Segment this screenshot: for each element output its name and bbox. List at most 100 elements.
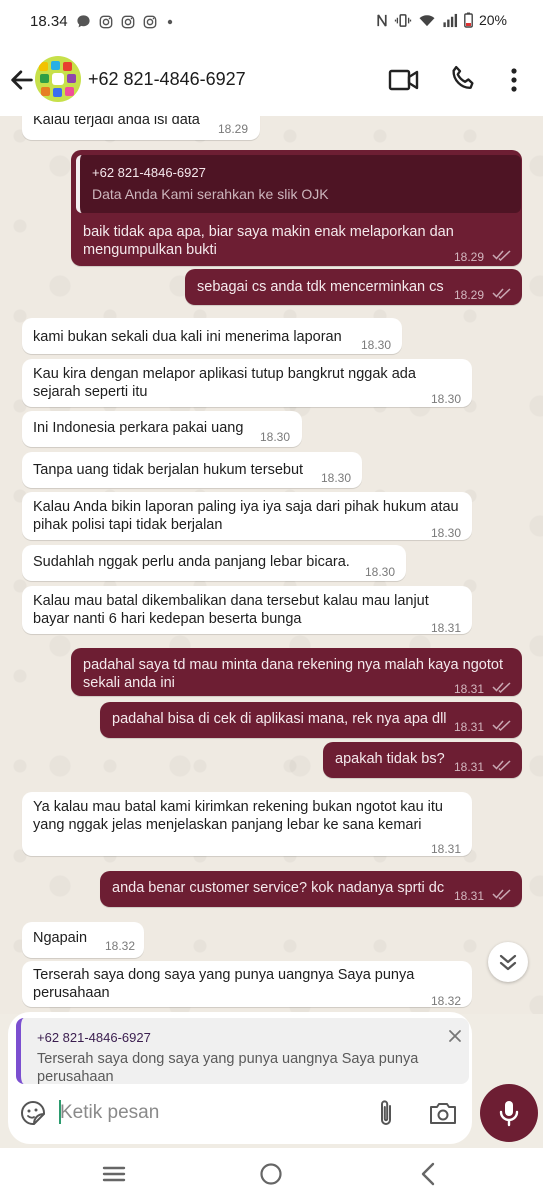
signal-icon [443,13,457,27]
instagram-icon [121,15,135,28]
message-incoming[interactable]: Kalau terjadi anda isi data 18.29 [22,116,260,140]
message-text: kami bukan sekali dua kali ini menerima … [33,329,342,345]
status-bar: 18.34 20% [0,0,543,44]
message-incoming[interactable]: Sudahlah nggak perlu anda panjang lebar … [22,545,406,581]
message-outgoing[interactable]: padahal saya td mau minta dana rekening … [71,648,522,696]
message-text: padahal saya td mau minta dana rekening … [83,657,503,673]
message-text: pihak polisi tapi tidak berjalan [33,517,223,533]
video-call-icon[interactable] [388,66,420,94]
message-time: 18.30 [365,565,396,579]
back-arrow-icon[interactable] [8,66,36,94]
message-list[interactable]: Kalau terjadi anda isi data 18.29 +62 82… [0,116,543,1014]
close-icon[interactable] [447,1028,463,1044]
double-chevron-down-icon [499,954,517,971]
message-time: 18.30 [361,338,392,352]
message-text: Sudahlah nggak perlu anda panjang lebar … [33,554,350,570]
message-outgoing[interactable]: anda benar customer service? kok nadanya… [100,871,522,907]
chat-header: +62 821-4846-6927 [0,44,543,116]
read-ticks-icon [492,682,511,693]
message-time: 18.31 [454,760,485,774]
avatar-image [35,56,81,102]
message-time: 18.29 [454,250,485,264]
message-time: 18.31 [454,889,485,903]
reply-preview[interactable]: +62 821-4846-6927 Terserah saya dong say… [16,1018,469,1084]
message-text: Kalau Anda bikin laporan paling iya iya … [33,499,459,515]
message-text: Kalau terjadi anda isi data [33,116,200,128]
contact-name[interactable]: +62 821-4846-6927 [88,69,246,90]
message-text: perusahaan [33,985,110,1001]
message-text: baik tidak apa apa, biar saya makin enak… [83,224,454,240]
message-incoming[interactable]: kami bukan sekali dua kali ini menerima … [22,318,402,354]
message-text: padahal bisa di cek di aplikasi mana, re… [112,711,447,727]
camera-icon[interactable] [428,1100,458,1126]
nav-back-icon[interactable] [420,1162,436,1186]
reply-text: Terserah saya dong saya yang punya uangn… [37,1051,419,1084]
message-outgoing[interactable]: apakah tidak bs? 18.31 [323,742,522,778]
message-text: mengumpulkan bukti [83,242,217,258]
message-text: anda benar customer service? kok nadanya… [112,880,445,896]
paperclip-icon[interactable] [374,1098,398,1128]
read-ticks-icon [492,250,511,261]
system-icons: 20% [376,12,507,28]
message-outgoing[interactable]: sebagai cs anda tdk mencerminkan cs 18.2… [185,269,522,305]
scroll-to-bottom-button[interactable] [488,942,528,982]
message-time: 18.30 [260,430,291,444]
message-text: bayar nanti 6 hari kedepan beserta bunga [33,611,302,627]
read-ticks-icon [492,760,511,771]
battery-icon [464,12,473,28]
nfc-icon [377,13,387,27]
message-incoming[interactable]: Kalau mau batal dikembalikan dana terseb… [22,586,472,635]
message-time: 18.30 [321,471,352,485]
wifi-icon [419,14,435,26]
message-time: 18.31 [431,842,462,856]
status-time: 18.34 [30,13,68,30]
voice-record-button[interactable] [480,1084,538,1142]
message-incoming[interactable]: Kau kira dengan melapor aplikasi tutup b… [22,359,472,407]
message-text: sejarah seperti itu [33,384,148,400]
home-icon[interactable] [259,1162,283,1186]
message-incoming[interactable]: Ini Indonesia perkara pakai uang 18.30 [22,411,302,447]
battery-percent: 20% [478,12,507,28]
message-time: 18.32 [105,939,136,953]
reply-sender: +62 821-4846-6927 [37,1030,151,1045]
message-time: 18.31 [454,682,485,696]
message-outgoing[interactable]: padahal bisa di cek di aplikasi mana, re… [100,702,522,738]
notification-icons [76,14,175,29]
message-time: 18.29 [217,122,248,136]
message-composer: +62 821-4846-6927 Terserah saya dong say… [8,1012,472,1144]
message-input[interactable] [60,1098,360,1128]
message-incoming[interactable]: Ya kalau mau batal kami kirimkan rekenin… [22,792,472,856]
message-time: 18.32 [431,994,462,1008]
read-ticks-icon [492,720,511,731]
dot-icon [167,19,173,24]
chat-bubble-icon [77,15,90,28]
read-ticks-icon [492,889,511,900]
read-ticks-icon [492,288,511,299]
quoted-text: Data Anda Kami serahkan ke slik OJK [92,186,329,202]
message-incoming[interactable]: Terserah saya dong saya yang punya uangn… [22,961,472,1008]
sticker-emoji-icon[interactable] [20,1100,46,1126]
vibrate-icon [394,13,412,27]
message-text: Ya kalau mau batal kami kirimkan rekenin… [33,799,443,815]
recent-apps-icon[interactable] [102,1164,126,1184]
message-text: sekali anda ini [83,675,175,691]
message-incoming[interactable]: Kalau Anda bikin laporan paling iya iya … [22,492,472,540]
message-text: Terserah saya dong saya yang punya uangn… [33,967,415,983]
message-time: 18.31 [431,621,462,635]
quoted-message[interactable]: +62 821-4846-6927 Data Anda Kami serahka… [76,155,521,213]
microphone-icon [499,1101,519,1127]
message-text: Tanpa uang tidak berjalan hukum tersebut [33,462,304,478]
message-text: yang nggak jelas menjelaskan panjang leb… [33,817,422,833]
more-vert-icon[interactable] [504,64,524,96]
message-text: Kalau mau batal dikembalikan dana terseb… [33,593,429,609]
message-outgoing[interactable]: +62 821-4846-6927 Data Anda Kami serahka… [71,150,522,266]
instagram-icon [143,15,157,28]
message-incoming[interactable]: Tanpa uang tidak berjalan hukum tersebut… [22,452,362,488]
message-incoming[interactable]: Ngapain 18.32 [22,922,144,958]
contact-avatar[interactable] [35,56,81,102]
message-text: Ini Indonesia perkara pakai uang [33,420,244,436]
instagram-icon [99,15,113,28]
message-time: 18.30 [431,526,462,540]
quoted-sender: +62 821-4846-6927 [92,165,206,180]
phone-icon[interactable] [448,64,478,94]
